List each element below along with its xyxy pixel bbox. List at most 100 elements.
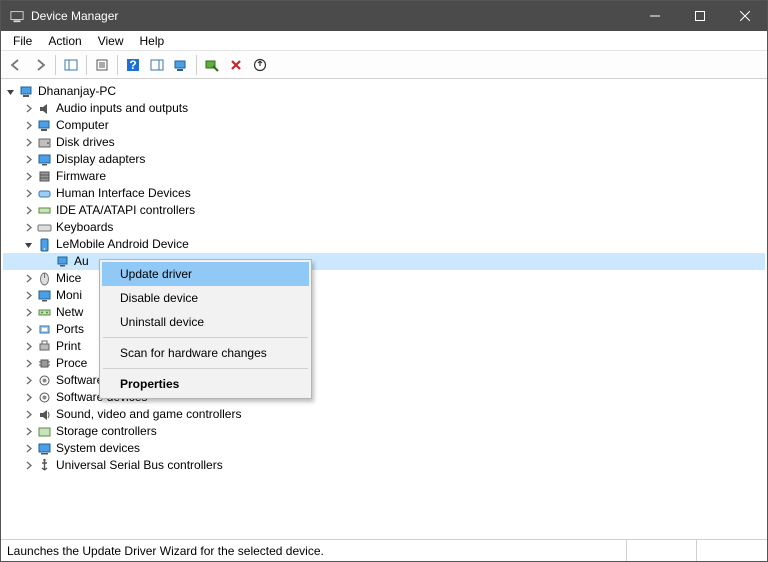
tree-item-label: Storage controllers — [56, 423, 157, 440]
tree-item-label: Netw — [56, 304, 83, 321]
device-manager-window: Device Manager File Action View Help ? — [0, 0, 768, 562]
tree-item-label: Human Interface Devices — [56, 185, 191, 202]
disk-icon — [36, 135, 52, 151]
minimize-button[interactable] — [632, 1, 677, 31]
maximize-button[interactable] — [677, 1, 722, 31]
context-update-driver[interactable]: Update driver — [102, 262, 309, 286]
tree-item-label: Firmware — [56, 168, 106, 185]
swcomp-icon — [36, 373, 52, 389]
toolbar-separator — [86, 55, 87, 75]
chevron-right-icon[interactable] — [21, 323, 35, 337]
tree-category[interactable]: Firmware — [3, 168, 765, 185]
tree-item-label: Display adapters — [56, 151, 145, 168]
printer-icon — [36, 339, 52, 355]
statusbar: Launches the Update Driver Wizard for th… — [1, 539, 767, 561]
menu-help[interactable]: Help — [132, 32, 173, 50]
show-all-devices-button[interactable] — [170, 54, 192, 76]
tree-item-label: Keyboards — [56, 219, 113, 236]
scan-hardware-button[interactable] — [201, 54, 223, 76]
chevron-right-icon[interactable] — [21, 391, 35, 405]
chevron-right-icon[interactable] — [21, 340, 35, 354]
tree-category[interactable]: Keyboards — [3, 219, 765, 236]
tree-item-label: Print — [56, 338, 81, 355]
tree-category[interactable]: Display adapters — [3, 151, 765, 168]
tree-root[interactable]: Dhananjay-PC — [3, 83, 765, 100]
tree-item-label: LeMobile Android Device — [56, 236, 189, 253]
tree-item-label: Audio inputs and outputs — [56, 100, 188, 117]
statusbar-cell-2 — [627, 540, 697, 561]
tree-category[interactable]: Disk drives — [3, 134, 765, 151]
tree-item-label: IDE ATA/ATAPI controllers — [56, 202, 195, 219]
mobile-icon — [36, 237, 52, 253]
chevron-right-icon[interactable] — [21, 272, 35, 286]
context-disable-device[interactable]: Disable device — [102, 286, 309, 310]
chevron-right-icon[interactable] — [21, 102, 35, 116]
chevron-right-icon[interactable] — [21, 459, 35, 473]
titlebar: Device Manager — [1, 1, 767, 31]
chevron-right-icon[interactable] — [21, 221, 35, 235]
uninstall-device-button[interactable] — [225, 54, 247, 76]
chevron-down-icon[interactable] — [3, 85, 17, 99]
window-controls — [632, 1, 767, 31]
close-button[interactable] — [722, 1, 767, 31]
tree-category[interactable]: Storage controllers — [3, 423, 765, 440]
chevron-right-icon[interactable] — [21, 170, 35, 184]
storage-icon — [36, 424, 52, 440]
chevron-right-icon[interactable] — [21, 289, 35, 303]
mouse-icon — [36, 271, 52, 287]
usb-icon — [36, 458, 52, 474]
chevron-right-icon — [39, 255, 53, 269]
tree-item-label: Sound, video and game controllers — [56, 406, 241, 423]
device-tree[interactable]: Dhananjay-PCAudio inputs and outputsComp… — [1, 79, 767, 539]
ide-icon — [36, 203, 52, 219]
chevron-right-icon[interactable] — [21, 136, 35, 150]
pc-icon — [18, 84, 34, 100]
android-icon — [54, 254, 70, 270]
chevron-right-icon[interactable] — [21, 153, 35, 167]
tree-item-label: Moni — [56, 287, 82, 304]
audio-icon — [36, 101, 52, 117]
context-properties[interactable]: Properties — [102, 372, 309, 396]
tree-category[interactable]: Universal Serial Bus controllers — [3, 457, 765, 474]
ports-icon — [36, 322, 52, 338]
monitor-icon — [36, 288, 52, 304]
help-button[interactable]: ? — [122, 54, 144, 76]
chevron-right-icon[interactable] — [21, 306, 35, 320]
action-pane-button[interactable] — [146, 54, 168, 76]
chevron-right-icon[interactable] — [21, 187, 35, 201]
back-button[interactable] — [5, 54, 27, 76]
chevron-right-icon[interactable] — [21, 442, 35, 456]
menu-action[interactable]: Action — [40, 32, 89, 50]
menu-file[interactable]: File — [5, 32, 40, 50]
tree-category[interactable]: Sound, video and game controllers — [3, 406, 765, 423]
tree-category[interactable]: IDE ATA/ATAPI controllers — [3, 202, 765, 219]
forward-button[interactable] — [29, 54, 51, 76]
sound-icon — [36, 407, 52, 423]
toolbar: ? — [1, 51, 767, 79]
update-driver-button[interactable] — [249, 54, 271, 76]
chevron-right-icon[interactable] — [21, 408, 35, 422]
chevron-down-icon[interactable] — [21, 238, 35, 252]
tree-item-label: Dhananjay-PC — [38, 83, 116, 100]
chevron-right-icon[interactable] — [21, 204, 35, 218]
properties-button[interactable] — [91, 54, 113, 76]
tree-item-label: Computer — [56, 117, 109, 134]
svg-text:?: ? — [129, 58, 136, 72]
statusbar-text: Launches the Update Driver Wizard for th… — [1, 540, 627, 561]
chevron-right-icon[interactable] — [21, 357, 35, 371]
chevron-right-icon[interactable] — [21, 119, 35, 133]
context-scan-hardware[interactable]: Scan for hardware changes — [102, 341, 309, 365]
chevron-right-icon[interactable] — [21, 374, 35, 388]
show-hide-console-tree-button[interactable] — [60, 54, 82, 76]
tree-category[interactable]: Human Interface Devices — [3, 185, 765, 202]
tree-category[interactable]: System devices — [3, 440, 765, 457]
tree-category[interactable]: Computer — [3, 117, 765, 134]
tree-item-label: Proce — [56, 355, 87, 372]
tree-category[interactable]: Audio inputs and outputs — [3, 100, 765, 117]
chevron-right-icon[interactable] — [21, 425, 35, 439]
tree-category[interactable]: LeMobile Android Device — [3, 236, 765, 253]
context-uninstall-device[interactable]: Uninstall device — [102, 310, 309, 334]
processor-icon — [36, 356, 52, 372]
menu-view[interactable]: View — [90, 32, 132, 50]
firmware-icon — [36, 169, 52, 185]
